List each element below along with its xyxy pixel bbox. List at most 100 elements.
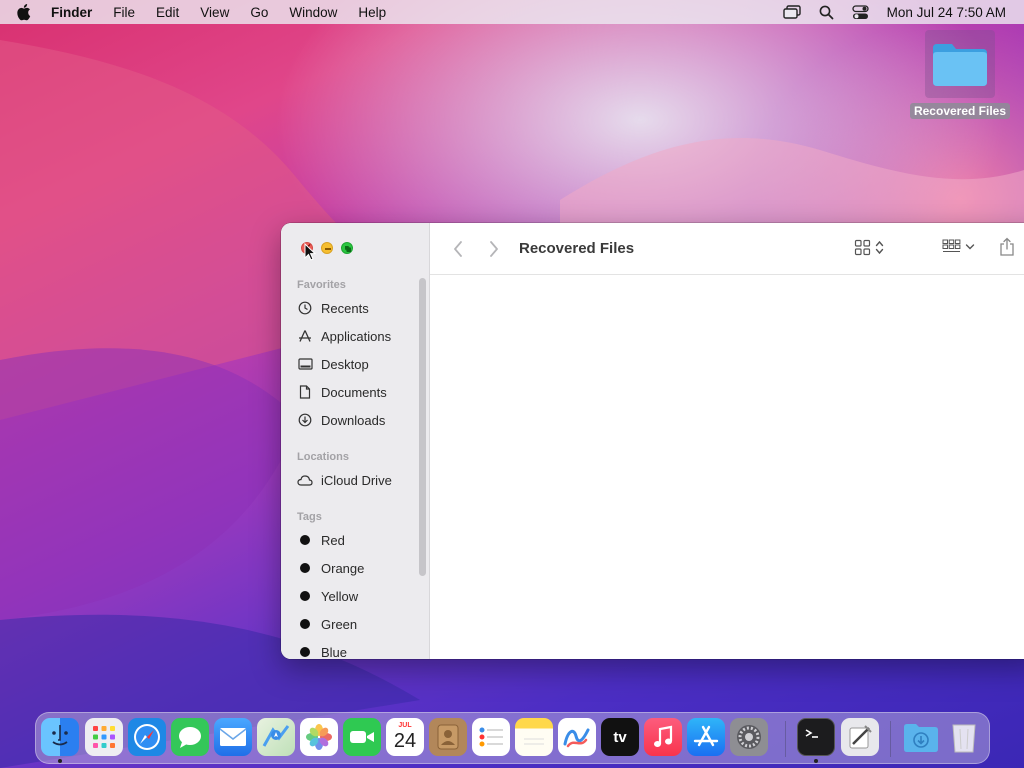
desktop-folder-label: Recovered Files [909,103,1011,119]
sidebar-item-documents[interactable]: Documents [297,381,387,403]
dock-tv[interactable]: tv [601,718,639,756]
menu-file[interactable]: File [113,5,135,20]
sidebar-item-desktop[interactable]: Desktop [297,353,369,375]
menu-go[interactable]: Go [250,5,268,20]
view-mode-button[interactable] [854,239,884,256]
menu-bar: Finder File Edit View Go Window Help Mon… [0,0,1024,24]
sidebar-item-downloads[interactable]: Downloads [297,409,385,431]
calendar-month: JUL [398,722,412,729]
envelope-icon [219,728,247,746]
dock-notes[interactable] [515,718,553,756]
screen-mirroring-icon[interactable] [782,5,801,19]
folder-icon [925,30,995,98]
dock-system-settings[interactable] [730,718,768,756]
back-button[interactable] [452,240,464,258]
group-grid-icon [942,239,961,252]
sidebar-header-locations: Locations [297,451,349,463]
tag-dot-icon [297,591,313,601]
dock-calendar[interactable]: JUL 24 [386,718,424,756]
dock-facetime[interactable] [343,718,381,756]
document-icon [297,385,313,399]
dock-downloads-folder[interactable] [902,718,940,756]
dock-music[interactable] [644,718,682,756]
gear-icon [737,725,761,749]
finder-content-area[interactable] [430,276,1024,659]
sidebar-header-favorites: Favorites [297,279,346,291]
control-center-icon[interactable] [852,4,869,20]
dock-script-editor[interactable] [841,718,879,756]
chevron-right-icon [490,241,498,257]
sidebar-item-applications[interactable]: Applications [297,325,391,347]
dock-safari[interactable] [128,718,166,756]
search-icon[interactable] [819,5,834,20]
tag-dot-icon [297,535,313,545]
dock-finder[interactable] [41,718,79,756]
share-button[interactable] [999,237,1015,257]
sidebar-item-label: Documents [321,384,387,400]
sidebar-item-label: iCloud Drive [321,472,392,488]
trash-icon [952,724,976,753]
desktop-folder-recovered-files[interactable]: Recovered Files [908,30,1012,120]
mouse-cursor-icon [304,243,316,261]
sidebar-scrollbar[interactable] [419,278,426,576]
menu-help[interactable]: Help [358,5,386,20]
dock-contacts[interactable] [429,718,467,756]
menu-window[interactable]: Window [289,5,337,20]
calendar-day: 24 [393,730,417,752]
tv-label: tv [613,728,627,746]
clock-icon [297,301,313,315]
downloads-folder-icon [904,724,938,752]
sidebar-tag-red[interactable]: Red [297,529,345,551]
minimize-button[interactable] [321,242,333,254]
dock-terminal[interactable] [797,718,835,756]
forward-button[interactable] [488,240,500,258]
dock-maps[interactable] [257,718,295,756]
tag-dot-icon [297,647,313,657]
dock-trash[interactable] [945,718,983,756]
sidebar-tag-yellow[interactable]: Yellow [297,585,358,607]
menu-view[interactable]: View [200,5,229,20]
finder-toolbar: Recovered Files [430,223,1024,275]
freeform-squiggle-icon [563,728,590,748]
sidebar-item-recents[interactable]: Recents [297,297,369,319]
tag-dot-icon [297,563,313,573]
icon-view-grid-icon [854,239,871,256]
cloud-icon [297,474,313,486]
sidebar-tag-blue[interactable]: Blue [297,641,347,659]
finder-face-icon [52,725,68,746]
dock-mail[interactable] [214,718,252,756]
zoom-button[interactable] [341,242,353,254]
sidebar-item-label: Green [321,616,358,632]
dock-launchpad[interactable] [85,718,123,756]
menu-app-name[interactable]: Finder [51,5,92,20]
share-icon [1000,237,1014,256]
sidebar-item-label: Red [321,532,345,548]
sidebar-header-tags: Tags [297,511,322,523]
compass-icon [134,724,160,750]
apple-menu-icon[interactable] [17,3,37,21]
video-camera-icon [350,731,374,743]
contacts-book-icon [437,724,459,750]
dock: JUL 24 tv [35,712,990,764]
menu-edit[interactable]: Edit [156,5,179,20]
dock-freeform[interactable] [558,718,596,756]
map-icon [262,725,290,747]
menu-clock[interactable]: Mon Jul 24 7:50 AM [887,5,1006,20]
sidebar-tag-orange[interactable]: Orange [297,557,364,579]
dock-app-store[interactable] [687,718,725,756]
running-indicator [58,759,62,763]
group-by-button[interactable] [942,239,975,254]
app-store-icon [693,725,719,747]
sidebar-tag-green[interactable]: Green [297,613,357,635]
download-icon [297,413,313,427]
applications-icon [297,329,313,343]
speech-bubble-icon [179,727,201,748]
sidebar-item-label: Applications [321,328,392,344]
dock-messages[interactable] [171,718,209,756]
dock-reminders[interactable] [472,718,510,756]
sidebar-item-icloud-drive[interactable]: iCloud Drive [297,469,392,491]
dock-separator [890,721,891,757]
terminal-prompt-icon [805,729,818,738]
checklist-icon [479,727,503,747]
dock-photos[interactable] [300,718,338,756]
